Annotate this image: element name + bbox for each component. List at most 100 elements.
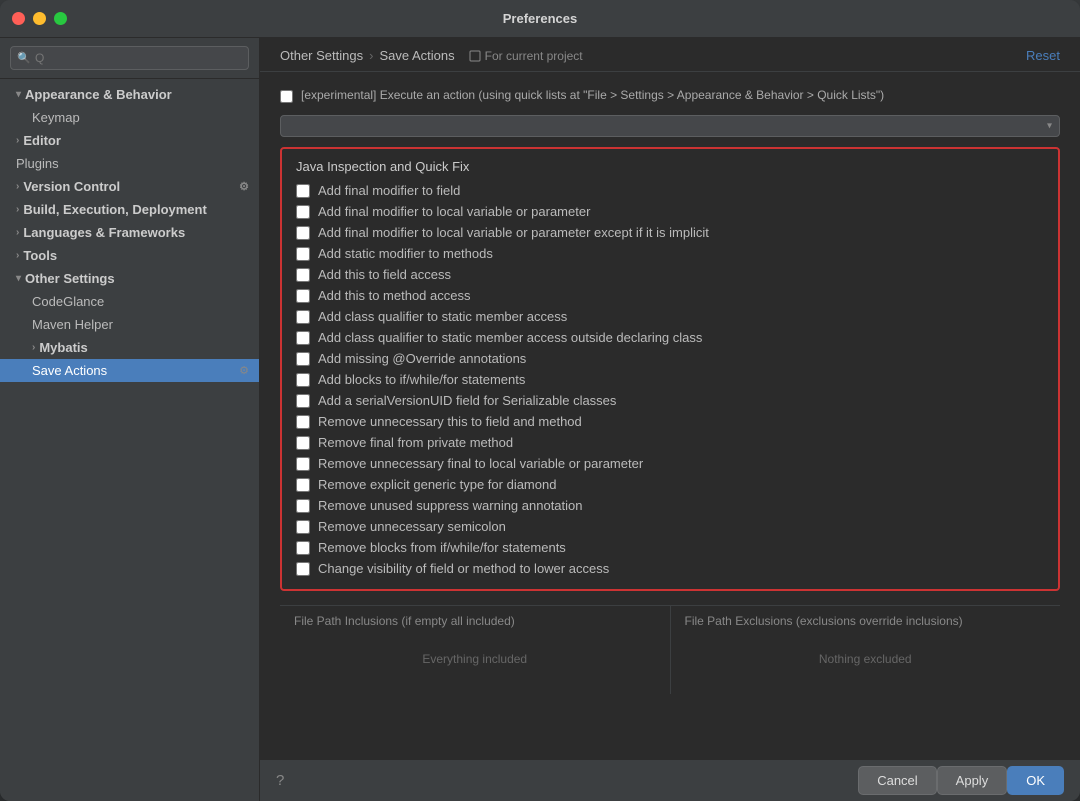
sidebar-item-label: Appearance & Behavior (25, 87, 172, 102)
option-label: Add class qualifier to static member acc… (318, 309, 567, 324)
checkbox-add-blocks[interactable] (296, 373, 310, 387)
list-item: Add this to method access (296, 285, 1044, 306)
checkbox-remove-final-local[interactable] (296, 457, 310, 471)
search-bar: 🔍 (0, 38, 259, 79)
checkbox-remove-final-private[interactable] (296, 436, 310, 450)
option-label: Remove blocks from if/while/for statemen… (318, 540, 566, 555)
breadcrumb-part-1: Other Settings (280, 48, 363, 63)
checkbox-add-class-qualifier[interactable] (296, 310, 310, 324)
sidebar-item-mybatis[interactable]: › Mybatis (0, 336, 259, 359)
close-button[interactable] (12, 12, 25, 25)
sidebar-item-label: Version Control (23, 179, 120, 194)
inspection-section: Java Inspection and Quick Fix Add final … (280, 147, 1060, 591)
sidebar-item-version-control[interactable]: › Version Control ⚙ (0, 175, 259, 198)
file-path-inclusions-col: File Path Inclusions (if empty all inclu… (280, 606, 671, 694)
checkbox-add-final-local[interactable] (296, 205, 310, 219)
minimize-button[interactable] (33, 12, 46, 25)
sidebar-item-plugins[interactable]: Plugins (0, 152, 259, 175)
sidebar-item-appearance[interactable]: ▾ Appearance & Behavior (0, 83, 259, 106)
list-item: Add class qualifier to static member acc… (296, 327, 1044, 348)
sidebar-item-label: Save Actions (32, 363, 107, 378)
apply-button[interactable]: Apply (937, 766, 1008, 795)
sidebar-item-label: Keymap (32, 110, 80, 125)
breadcrumb-bar: Other Settings › Save Actions For curren… (260, 38, 1080, 72)
experimental-checkbox[interactable] (280, 90, 293, 103)
option-label: Add class qualifier to static member acc… (318, 330, 702, 345)
sidebar-item-label: Editor (23, 133, 61, 148)
search-input[interactable] (10, 46, 249, 70)
expand-arrow-icon: › (16, 227, 19, 238)
option-label: Remove unnecessary final to local variab… (318, 456, 643, 471)
exclusions-label: File Path Exclusions (exclusions overrid… (685, 614, 1047, 628)
option-label: Add static modifier to methods (318, 246, 493, 261)
checkbox-remove-semicolon[interactable] (296, 520, 310, 534)
checkbox-add-static-methods[interactable] (296, 247, 310, 261)
option-label: Add this to method access (318, 288, 470, 303)
list-item: Remove unnecessary final to local variab… (296, 453, 1044, 474)
sidebar-item-keymap[interactable]: Keymap (0, 106, 259, 129)
sidebar-item-other-settings[interactable]: ▾ Other Settings (0, 267, 259, 290)
checkbox-add-final-field[interactable] (296, 184, 310, 198)
option-label: Add final modifier to local variable or … (318, 225, 709, 240)
option-label: Remove unnecessary semicolon (318, 519, 506, 534)
sidebar-item-languages[interactable]: › Languages & Frameworks (0, 221, 259, 244)
checkbox-add-this-field[interactable] (296, 268, 310, 282)
checkbox-add-override[interactable] (296, 352, 310, 366)
expand-arrow-icon: ▾ (16, 89, 21, 100)
checkbox-remove-this[interactable] (296, 415, 310, 429)
sidebar-item-tools[interactable]: › Tools (0, 244, 259, 267)
file-path-section: File Path Inclusions (if empty all inclu… (280, 605, 1060, 694)
search-wrap: 🔍 (10, 46, 249, 70)
expand-arrow-icon: › (16, 135, 19, 146)
window-controls (12, 12, 67, 25)
list-item: Add this to field access (296, 264, 1044, 285)
action-dropdown[interactable] (280, 115, 1060, 137)
checkbox-add-class-qualifier-outside[interactable] (296, 331, 310, 345)
file-path-exclusions-col: File Path Exclusions (exclusions overrid… (671, 606, 1061, 694)
ok-button[interactable]: OK (1007, 766, 1064, 795)
main-panel: Other Settings › Save Actions For curren… (260, 38, 1080, 801)
checkbox-add-final-local-except[interactable] (296, 226, 310, 240)
list-item: Change visibility of field or method to … (296, 558, 1044, 579)
reset-button[interactable]: Reset (1026, 48, 1060, 63)
list-item: Add final modifier to local variable or … (296, 201, 1044, 222)
list-item: Add blocks to if/while/for statements (296, 369, 1044, 390)
option-label: Add final modifier to local variable or … (318, 204, 590, 219)
list-item: Remove blocks from if/while/for statemen… (296, 537, 1044, 558)
sidebar-item-label: Maven Helper (32, 317, 113, 332)
dropdown-wrap: ▾ (280, 115, 1060, 137)
sidebar-nav: ▾ Appearance & Behavior Keymap › Editor … (0, 79, 259, 801)
panel-body: [experimental] Execute an action (using … (260, 72, 1080, 759)
cancel-button[interactable]: Cancel (858, 766, 936, 795)
expand-arrow-icon: › (16, 204, 19, 215)
sidebar-item-save-actions[interactable]: Save Actions ⚙ (0, 359, 259, 382)
checkbox-remove-suppress[interactable] (296, 499, 310, 513)
checkbox-change-visibility[interactable] (296, 562, 310, 576)
inspection-title: Java Inspection and Quick Fix (296, 159, 1044, 174)
sidebar-item-label: Build, Execution, Deployment (23, 202, 206, 217)
option-label: Add blocks to if/while/for statements (318, 372, 525, 387)
experimental-label: [experimental] Execute an action (using … (301, 88, 884, 102)
checkbox-add-serial[interactable] (296, 394, 310, 408)
sidebar: 🔍 ▾ Appearance & Behavior Keymap › Edito… (0, 38, 260, 801)
expand-arrow-icon: ▾ (16, 273, 21, 284)
dropdown-row: ▾ (280, 115, 1060, 137)
sidebar-item-build[interactable]: › Build, Execution, Deployment (0, 198, 259, 221)
sidebar-item-codeglance[interactable]: CodeGlance (0, 290, 259, 313)
option-label: Add final modifier to field (318, 183, 460, 198)
checkbox-remove-generic[interactable] (296, 478, 310, 492)
sidebar-item-maven-helper[interactable]: Maven Helper (0, 313, 259, 336)
checkbox-remove-blocks[interactable] (296, 541, 310, 555)
sidebar-item-editor[interactable]: › Editor (0, 129, 259, 152)
breadcrumb: Other Settings › Save Actions For curren… (280, 48, 583, 63)
help-button[interactable]: ? (276, 772, 284, 789)
breadcrumb-part-2: Save Actions (379, 48, 454, 63)
checkbox-add-this-method[interactable] (296, 289, 310, 303)
maximize-button[interactable] (54, 12, 67, 25)
exclusions-empty-label: Nothing excluded (685, 632, 1047, 686)
expand-arrow-icon: › (32, 342, 35, 353)
window-title: Preferences (503, 11, 577, 26)
option-label: Change visibility of field or method to … (318, 561, 609, 576)
list-item: Add missing @Override annotations (296, 348, 1044, 369)
list-item: Add static modifier to methods (296, 243, 1044, 264)
